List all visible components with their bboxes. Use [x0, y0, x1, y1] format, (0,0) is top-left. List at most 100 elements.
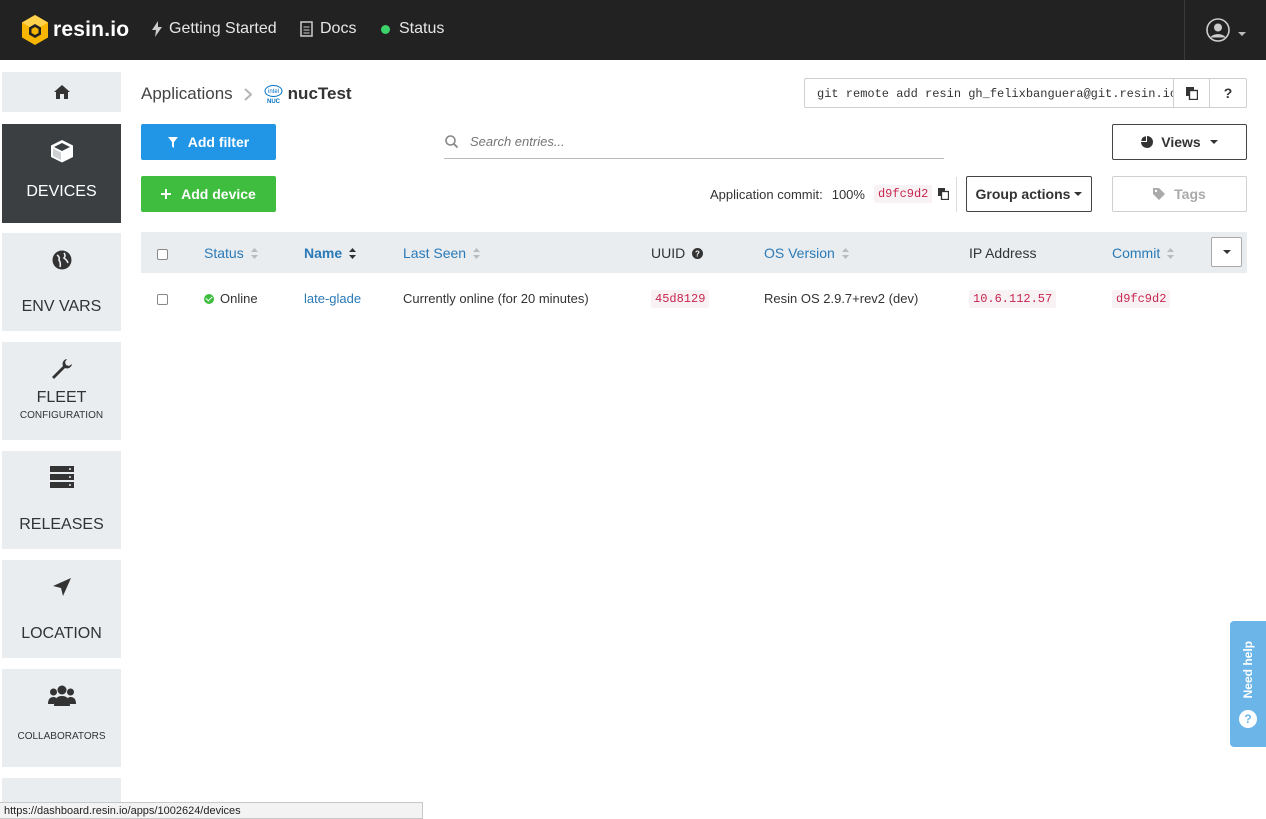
select-all-checkbox[interactable]: [157, 249, 168, 260]
nav-docs-label: Docs: [320, 20, 357, 37]
application-commit-hash: d9fc9d2: [873, 185, 933, 203]
search-icon: [445, 134, 458, 148]
sidebar-item-home[interactable]: [2, 72, 121, 112]
brand-logo[interactable]: resin.io: [21, 14, 129, 46]
column-header-label: Last Seen: [403, 245, 467, 261]
globe-icon: [52, 250, 71, 270]
nav-status-label: Status: [399, 20, 445, 37]
nav-status[interactable]: Status: [381, 20, 444, 38]
device-ip: 10.6.112.57: [969, 290, 1057, 308]
copy-git-remote-button[interactable]: [1174, 79, 1210, 107]
top-navbar: resin.io Getting Started Docs Status: [0, 0, 1266, 60]
device-name-link[interactable]: late-glade: [304, 291, 361, 306]
table-row[interactable]: Online late-glade Currently online (for …: [141, 273, 1247, 323]
chevron-down-icon: [1237, 32, 1246, 36]
location-arrow-icon: [52, 578, 71, 596]
sidebar-item-collaborators[interactable]: COLLABORATORS: [2, 669, 121, 767]
plus-icon: [161, 189, 172, 199]
sidebar-item-label: ENV VARS: [21, 298, 102, 315]
filter-icon: [167, 136, 178, 148]
sort-icon: [473, 247, 481, 259]
intel-nuc-logo-icon: intel NUC: [264, 85, 283, 104]
sidebar-item-sublabel: COLLABORATORS: [17, 731, 106, 742]
nav-getting-started[interactable]: Getting Started: [152, 20, 277, 38]
device-os-version: Resin OS 2.9.7+rev2 (dev): [764, 291, 919, 306]
sort-icon: [1167, 247, 1175, 259]
need-help-widget[interactable]: Need help ?: [1230, 621, 1266, 747]
column-header-name[interactable]: Name: [304, 245, 357, 261]
status-dot-icon: [381, 24, 390, 34]
git-remote-box: git remote add resin gh_felixbanguera@gi…: [804, 78, 1247, 108]
tags-label: Tags: [1174, 186, 1206, 202]
lightning-icon: [152, 21, 162, 37]
column-header-label: IP Address: [969, 245, 1037, 261]
column-options-button[interactable]: [1211, 237, 1242, 267]
device-commit-chip: d9fc9d2: [1112, 290, 1171, 308]
column-header-label: UUID: [651, 245, 686, 261]
user-avatar-icon: [1205, 18, 1230, 42]
column-header-os-version[interactable]: OS Version: [764, 245, 849, 261]
column-header-label: Name: [304, 245, 343, 261]
link-preview-statusbar: https://dashboard.resin.io/apps/1002624/…: [0, 802, 423, 819]
sidebar-item-label: FLEET: [36, 389, 87, 406]
device-last-seen: Currently online (for 20 minutes): [403, 291, 589, 306]
column-header-status[interactable]: Status: [204, 245, 258, 261]
application-commit-percent: 100%: [831, 186, 865, 202]
breadcrumb: Applications intel NUC nucTest: [141, 84, 352, 104]
device-uuid: 45d8129: [651, 290, 710, 308]
breadcrumb-app-name: nucTest: [287, 84, 352, 103]
tags-button[interactable]: Tags: [1112, 176, 1247, 212]
sort-icon: [250, 247, 258, 259]
sidebar-item-releases[interactable]: RELEASES: [2, 451, 121, 549]
add-filter-button[interactable]: Add filter: [141, 124, 276, 160]
document-icon: [300, 21, 313, 37]
sidebar-item-sublabel: CONFIGURATION: [19, 410, 104, 421]
column-header-uuid: UUID ?: [651, 245, 704, 261]
nav-docs[interactable]: Docs: [300, 20, 356, 38]
toolbar-divider: [956, 177, 957, 212]
users-icon: [47, 685, 76, 706]
row-select-checkbox[interactable]: [157, 294, 168, 305]
sidebar-item-label: LOCATION: [21, 625, 102, 642]
sidebar-item-fleet-configuration[interactable]: FLEET CONFIGURATION: [2, 342, 121, 440]
column-header-commit[interactable]: Commit: [1112, 245, 1175, 261]
git-remote-command[interactable]: git remote add resin gh_felixbanguera@gi…: [805, 79, 1174, 107]
git-help-button[interactable]: ?: [1210, 79, 1246, 107]
column-header-ip-address: IP Address: [969, 245, 1036, 261]
device-status-label: Online: [220, 291, 258, 306]
application-commit-info: Application commit: 100% d9fc9d2: [710, 185, 950, 203]
copy-icon[interactable]: [938, 188, 950, 200]
device-ip-chip: 10.6.112.57: [969, 290, 1057, 308]
column-header-label: OS Version: [764, 245, 835, 261]
sidebar-item-location[interactable]: LOCATION: [2, 560, 121, 658]
add-device-button[interactable]: Add device: [141, 176, 276, 212]
devices-table-header: Status Name Last Seen UUID ? OS Version …: [141, 232, 1247, 273]
add-filter-label: Add filter: [187, 134, 250, 150]
server-icon: [49, 466, 74, 488]
chevron-down-icon: [1222, 250, 1231, 254]
tag-icon: [1153, 188, 1166, 200]
question-circle-icon[interactable]: ?: [692, 247, 704, 259]
wrench-icon: [51, 359, 72, 379]
search-input[interactable]: [470, 133, 930, 149]
svg-text:intel: intel: [268, 89, 279, 95]
brand-name: resin.io: [53, 18, 130, 41]
column-header-last-seen[interactable]: Last Seen: [403, 245, 481, 261]
search-bar[interactable]: [444, 124, 944, 159]
check-circle-icon: [204, 293, 214, 304]
sidebar: DEVICES ENV VARS FLEET CONFIGURATION REL…: [0, 60, 121, 819]
device-status: Online: [204, 291, 258, 306]
breadcrumb-applications-link[interactable]: Applications: [141, 84, 233, 104]
views-label: Views: [1161, 134, 1201, 150]
user-menu[interactable]: [1184, 0, 1266, 60]
sidebar-item-devices[interactable]: DEVICES: [2, 124, 121, 223]
add-device-label: Add device: [181, 186, 256, 202]
views-button[interactable]: Views: [1112, 124, 1247, 160]
svg-text:NUC: NUC: [267, 99, 281, 104]
sidebar-item-env-vars[interactable]: ENV VARS: [2, 233, 121, 331]
device-uuid-chip: 45d8129: [651, 290, 710, 308]
group-actions-button[interactable]: Group actions: [966, 176, 1092, 212]
home-icon: [53, 85, 70, 99]
group-actions-label: Group actions: [975, 186, 1071, 202]
chevron-right-icon: [243, 87, 252, 101]
